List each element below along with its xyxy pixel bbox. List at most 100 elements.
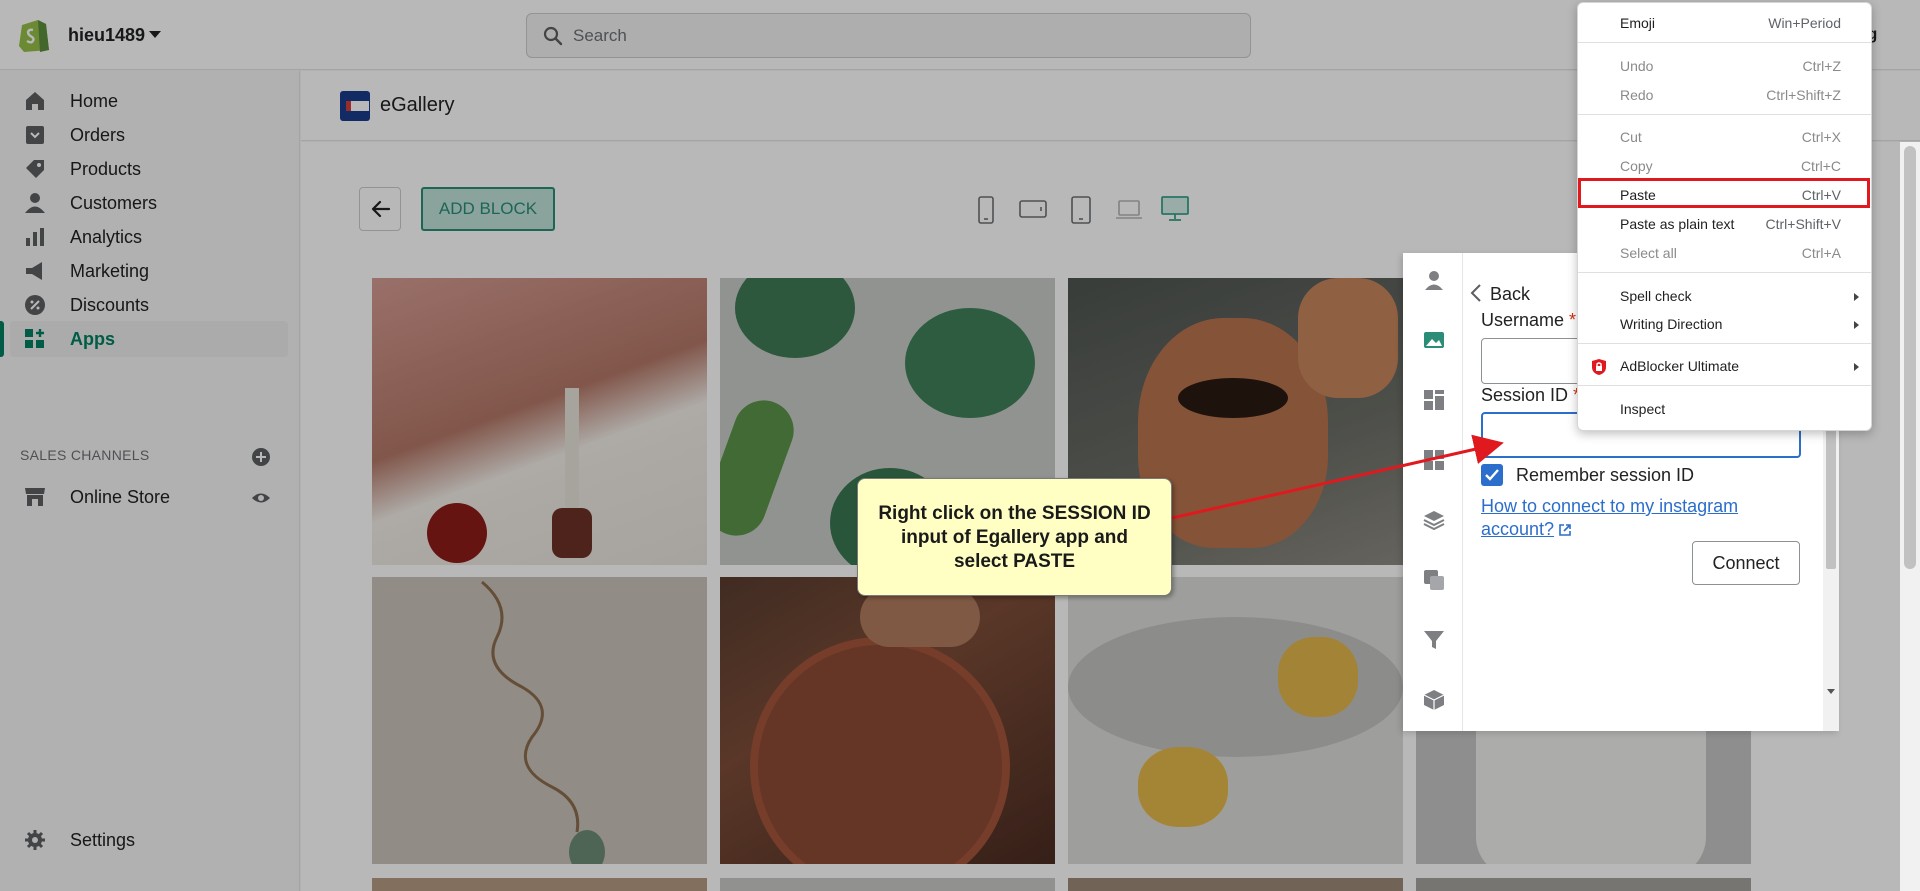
apps-icon: [25, 329, 44, 348]
menu-item-label: Writing Direction: [1620, 316, 1723, 332]
menu-separator: [1578, 114, 1871, 115]
sidebar-item-label: Products: [70, 159, 142, 179]
scroll-down-arrow-icon[interactable]: [1827, 689, 1835, 694]
instagram-help-link[interactable]: How to connect to my instagram account?: [1481, 495, 1781, 541]
grid-icon[interactable]: [1423, 449, 1445, 471]
checkmark-icon: [1485, 469, 1499, 481]
gallery-image-10[interactable]: [1068, 878, 1403, 891]
sidebar-item-marketing[interactable]: Marketing: [10, 253, 288, 289]
menu-item-cut[interactable]: Cut Ctrl+X: [1578, 125, 1871, 151]
help-link-text[interactable]: How to connect to my instagram account?: [1481, 496, 1738, 539]
shopify-logo-icon[interactable]: [18, 16, 50, 52]
panel-back-link[interactable]: Back: [1490, 284, 1530, 305]
chevron-down-icon[interactable]: [149, 31, 161, 38]
menu-item-copy[interactable]: Copy Ctrl+C: [1578, 154, 1871, 180]
layout-icon[interactable]: [1423, 389, 1445, 411]
menu-item-label: Emoji: [1620, 15, 1656, 31]
sidebar-item-label: Home: [70, 91, 119, 111]
mobile-portrait-icon[interactable]: [978, 196, 994, 224]
gallery-image-4[interactable]: [372, 577, 707, 864]
connect-button[interactable]: Connect: [1692, 541, 1800, 585]
sidebar: Home Orders Products Customers Analytics Mark…: [0, 71, 300, 891]
menu-item-select-all[interactable]: Select all Ctrl+A: [1578, 241, 1871, 267]
desktop-icon[interactable]: [1161, 196, 1189, 222]
menu-item-undo[interactable]: Undo Ctrl+Z: [1578, 54, 1871, 80]
analytics-icon: [26, 228, 44, 246]
arrow-left-icon: [371, 200, 391, 218]
sidebar-item-label: Customers: [70, 193, 158, 213]
menu-item-redo[interactable]: Redo Ctrl+Shift+Z: [1578, 83, 1871, 109]
tablet-icon[interactable]: [1071, 196, 1091, 224]
duplicate-icon[interactable]: [1423, 569, 1445, 591]
menu-item-adblocker[interactable]: AdBlocker Ultimate: [1578, 354, 1871, 380]
egallery-logo-icon: [340, 91, 370, 121]
sidebar-item-label: Analytics: [70, 227, 143, 247]
username-label-text: Username: [1481, 310, 1565, 330]
gear-icon: [25, 830, 45, 850]
gallery-image-8[interactable]: [372, 878, 707, 891]
store-icon: [25, 488, 45, 506]
sidebar-item-orders[interactable]: Orders: [10, 117, 288, 153]
sidebar-item-settings[interactable]: Settings: [10, 822, 288, 858]
add-block-button[interactable]: ADD BLOCK: [421, 187, 555, 231]
menu-item-emoji[interactable]: Emoji Win+Period: [1578, 11, 1871, 37]
menu-item-shortcut: Ctrl+Shift+V: [1765, 216, 1841, 232]
user-icon[interactable]: [1423, 269, 1445, 291]
layers-icon[interactable]: [1423, 509, 1445, 531]
home-icon: [26, 92, 44, 110]
gallery-image-11[interactable]: [1416, 878, 1751, 891]
gallery-image-9[interactable]: [720, 878, 1055, 891]
menu-separator: [1578, 343, 1871, 344]
menu-item-shortcut: Ctrl+X: [1801, 129, 1841, 145]
back-button[interactable]: [359, 187, 401, 231]
mobile-landscape-icon[interactable]: [1019, 200, 1047, 218]
session-id-label-text: Session ID: [1481, 385, 1569, 405]
eye-icon[interactable]: [251, 488, 271, 508]
menu-item-label: AdBlocker Ultimate: [1620, 358, 1740, 374]
sidebar-item-home[interactable]: Home: [10, 83, 288, 119]
menu-item-label: Inspect: [1620, 401, 1666, 417]
gallery-image-1[interactable]: [372, 278, 707, 565]
menu-item-label: Paste as plain text: [1620, 216, 1735, 232]
sales-channels-heading: SALES CHANNELS: [20, 447, 150, 463]
menu-separator: [1578, 385, 1871, 386]
remember-session-label[interactable]: Remember session ID: [1516, 465, 1694, 486]
context-menu: Emoji Win+Period Undo Ctrl+Z Redo Ctrl+Shif…: [1577, 2, 1872, 431]
sidebar-item-analytics[interactable]: Analytics: [10, 219, 288, 255]
gallery-image-6[interactable]: [1068, 577, 1403, 864]
paste-highlight-box: [1578, 178, 1870, 208]
sidebar-item-products[interactable]: Products: [10, 151, 288, 187]
box-icon[interactable]: [1423, 689, 1445, 711]
menu-item-writing-direction[interactable]: Writing Direction: [1578, 312, 1871, 338]
search-input[interactable]: [573, 23, 1213, 49]
store-name[interactable]: hieu1489: [68, 25, 145, 46]
app-title: eGallery: [380, 94, 455, 116]
menu-item-shortcut: Ctrl+C: [1800, 158, 1841, 174]
filter-icon[interactable]: [1423, 629, 1445, 651]
menu-item-paste-plain-text[interactable]: Paste as plain text Ctrl+Shift+V: [1578, 212, 1871, 238]
search-bar[interactable]: [526, 13, 1251, 58]
gallery-image-5[interactable]: [720, 577, 1055, 864]
sidebar-item-label: Settings: [70, 830, 136, 850]
menu-item-shortcut: Win+Period: [1768, 15, 1841, 31]
sidebar-item-apps[interactable]: Apps: [0, 321, 288, 357]
page-scrollbar-thumb[interactable]: [1904, 146, 1916, 569]
chevron-left-icon[interactable]: [1469, 283, 1483, 303]
remember-session-checkbox[interactable]: [1481, 464, 1503, 486]
menu-item-label: Cut: [1620, 129, 1642, 145]
laptop-icon[interactable]: [1115, 200, 1143, 220]
submenu-arrow-icon: [1854, 293, 1859, 301]
search-icon: [543, 26, 563, 46]
menu-item-spell-check[interactable]: Spell check: [1578, 284, 1871, 310]
menu-item-label: Select all: [1620, 245, 1677, 261]
page-scrollbar[interactable]: [1900, 142, 1920, 891]
menu-item-inspect[interactable]: Inspect: [1578, 397, 1871, 423]
image-icon[interactable]: [1423, 329, 1445, 351]
sidebar-item-online-store[interactable]: Online Store: [10, 479, 288, 515]
add-circle-icon[interactable]: [251, 447, 271, 467]
sidebar-item-discounts[interactable]: Discounts: [10, 287, 288, 323]
submenu-arrow-icon: [1854, 363, 1859, 371]
customers-icon: [25, 193, 45, 213]
sidebar-item-customers[interactable]: Customers: [10, 185, 288, 221]
external-link-icon: [1559, 524, 1571, 537]
